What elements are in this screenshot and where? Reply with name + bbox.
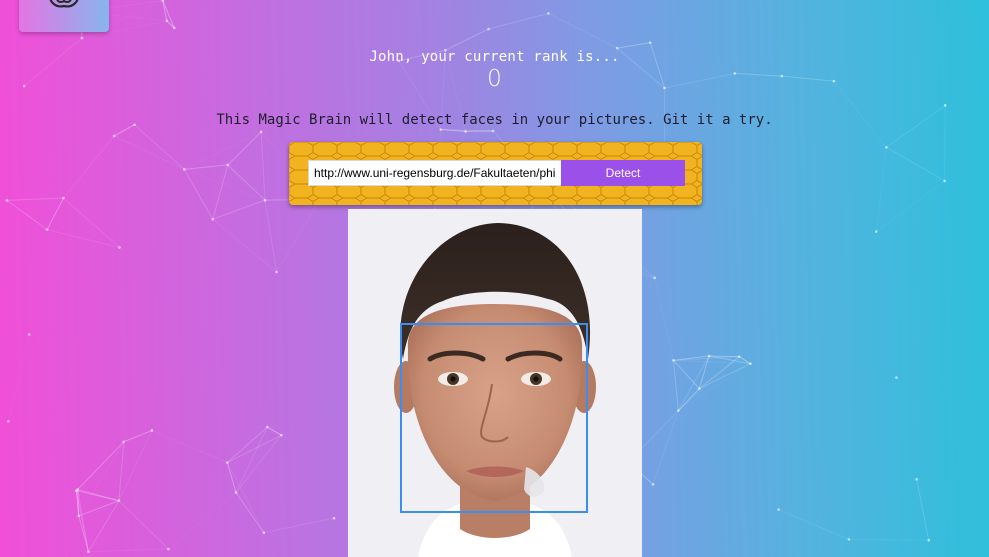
detect-button[interactable]: Detect — [561, 160, 685, 186]
rank-value: 0 — [487, 66, 502, 92]
logo[interactable] — [19, 0, 109, 32]
image-url-input[interactable] — [308, 160, 561, 186]
image-link-form: Detect — [289, 142, 702, 205]
face-bounding-box — [400, 323, 588, 513]
brain-icon — [49, 0, 79, 8]
app-description: This Magic Brain will detect faces in yo… — [216, 112, 773, 128]
rank-caption: John, your current rank is... — [369, 49, 620, 65]
